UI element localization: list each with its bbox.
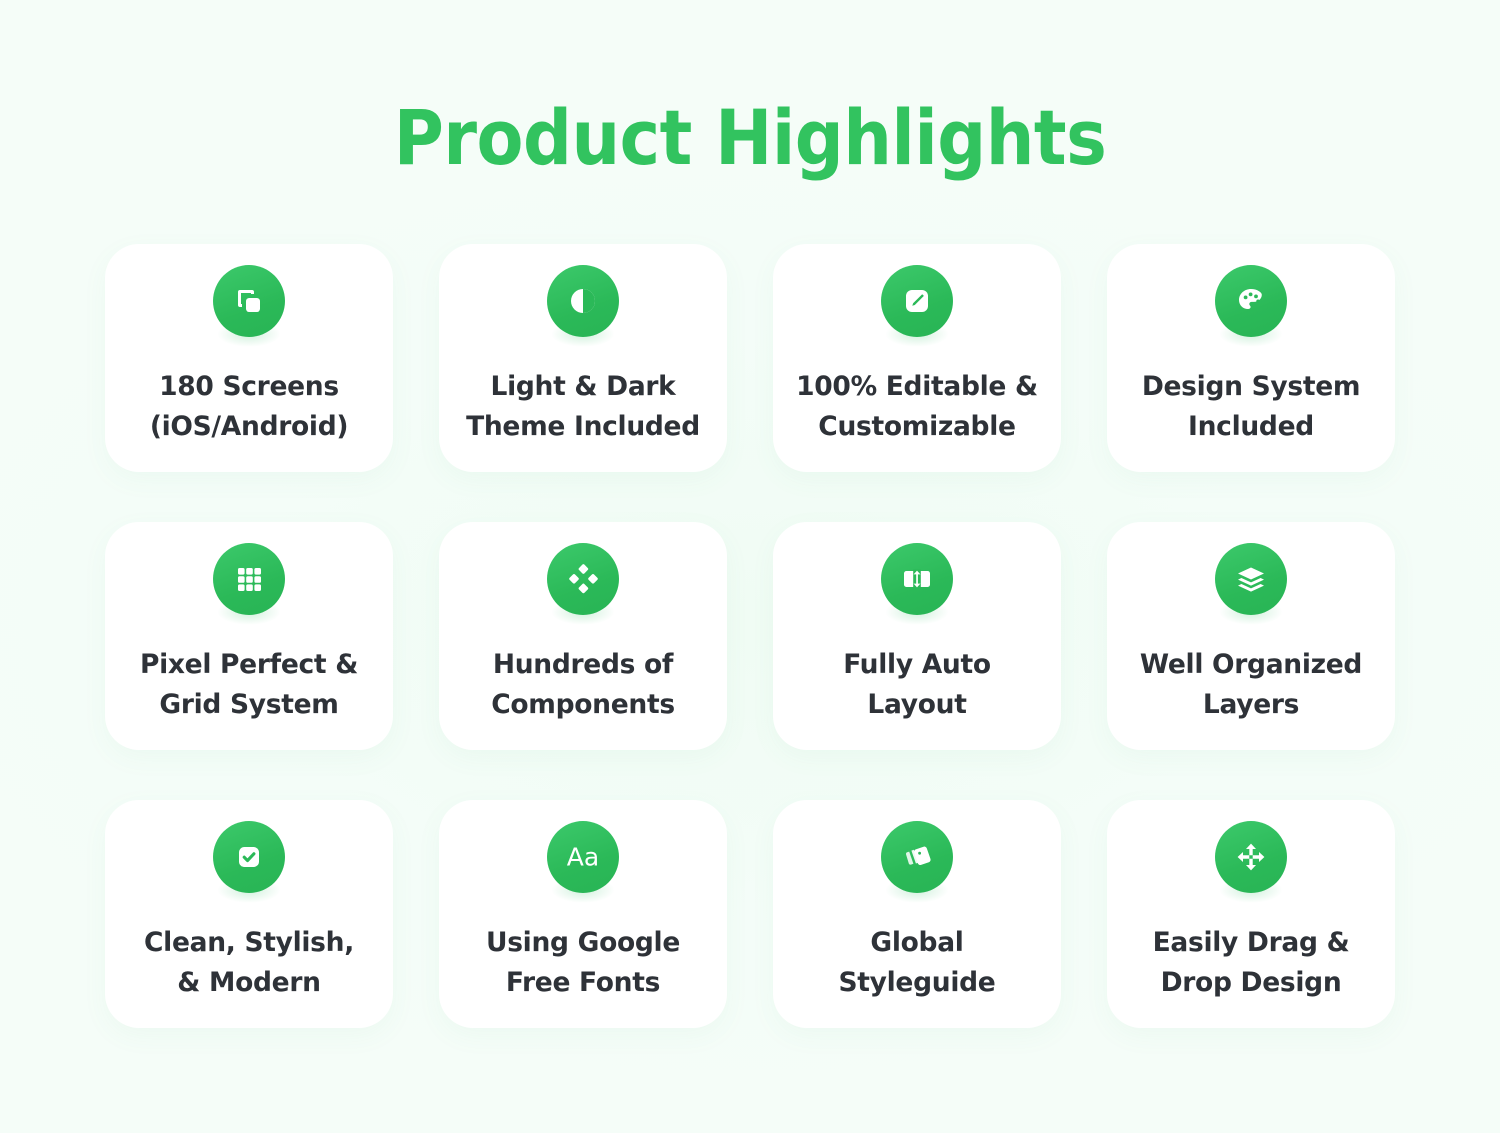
icon-wrapper xyxy=(213,821,285,903)
auto-layout-icon xyxy=(881,543,953,615)
highlight-card-label: Global Styleguide xyxy=(838,927,996,998)
highlight-card-design-system[interactable]: Design System Included xyxy=(1107,244,1395,472)
highlight-card-label: Well Organized Layers xyxy=(1139,649,1363,720)
check-square-icon xyxy=(213,821,285,893)
highlight-card-organized-layers[interactable]: Well Organized Layers xyxy=(1107,522,1395,750)
edit-pencil-icon xyxy=(881,265,953,337)
icon-wrapper: Aa xyxy=(547,821,619,903)
icon-wrapper xyxy=(1215,543,1287,625)
icon-wrapper xyxy=(881,543,953,625)
highlight-card-label: Easily Drag & Drop Design xyxy=(1152,927,1350,998)
svg-text:Aa: Aa xyxy=(567,843,599,872)
icon-wrapper xyxy=(213,265,285,347)
color-palette-icon xyxy=(1215,265,1287,337)
highlight-card-label: Pixel Perfect & Grid System xyxy=(139,649,359,720)
highlight-card-components[interactable]: Hundreds of Components xyxy=(439,522,727,750)
highlight-card-label: 100% Editable & Customizable xyxy=(796,371,1038,442)
grid-dots-icon xyxy=(213,543,285,615)
move-arrows-icon xyxy=(1215,821,1287,893)
icon-wrapper xyxy=(547,543,619,625)
icon-wrapper xyxy=(881,821,953,903)
highlight-card-label: Clean, Stylish, & Modern xyxy=(144,927,354,998)
highlight-card-clean-modern[interactable]: Clean, Stylish, & Modern xyxy=(105,800,393,1028)
highlight-card-editable[interactable]: 100% Editable & Customizable xyxy=(773,244,1061,472)
highlights-page: Product Highlights 180 Screens (iOS/Andr… xyxy=(0,0,1500,1133)
highlight-card-auto-layout[interactable]: Fully Auto Layout xyxy=(773,522,1061,750)
icon-wrapper xyxy=(1215,265,1287,347)
highlight-card-label: Using Google Free Fonts xyxy=(485,927,681,998)
highlight-card-label: 180 Screens (iOS/Android) xyxy=(149,371,349,442)
copy-screens-icon xyxy=(213,265,285,337)
components-diamond-icon xyxy=(547,543,619,615)
highlight-card-drag-drop[interactable]: Easily Drag & Drop Design xyxy=(1107,800,1395,1028)
style-cards-icon xyxy=(881,821,953,893)
contrast-theme-icon xyxy=(547,265,619,337)
icon-wrapper xyxy=(547,265,619,347)
typography-aa-icon: Aa xyxy=(547,821,619,893)
highlight-card-pixel-perfect[interactable]: Pixel Perfect & Grid System xyxy=(105,522,393,750)
highlight-card-label: Hundreds of Components xyxy=(491,649,675,720)
highlight-card-label: Fully Auto Layout xyxy=(843,649,991,720)
highlight-card-180-screens[interactable]: 180 Screens (iOS/Android) xyxy=(105,244,393,472)
highlight-card-label: Light & Dark Theme Included xyxy=(466,371,700,442)
highlight-card-light-dark-theme[interactable]: Light & Dark Theme Included xyxy=(439,244,727,472)
highlight-card-label: Design System Included xyxy=(1141,371,1361,442)
icon-wrapper xyxy=(881,265,953,347)
highlight-card-google-fonts[interactable]: Aa Using Google Free Fonts xyxy=(439,800,727,1028)
highlight-card-global-styleguide[interactable]: Global Styleguide xyxy=(773,800,1061,1028)
highlights-grid: 180 Screens (iOS/Android) Light & Dark T… xyxy=(105,244,1395,1028)
icon-wrapper xyxy=(1215,821,1287,903)
layers-stack-icon xyxy=(1215,543,1287,615)
icon-wrapper xyxy=(213,543,285,625)
page-title: Product Highlights xyxy=(393,93,1107,182)
